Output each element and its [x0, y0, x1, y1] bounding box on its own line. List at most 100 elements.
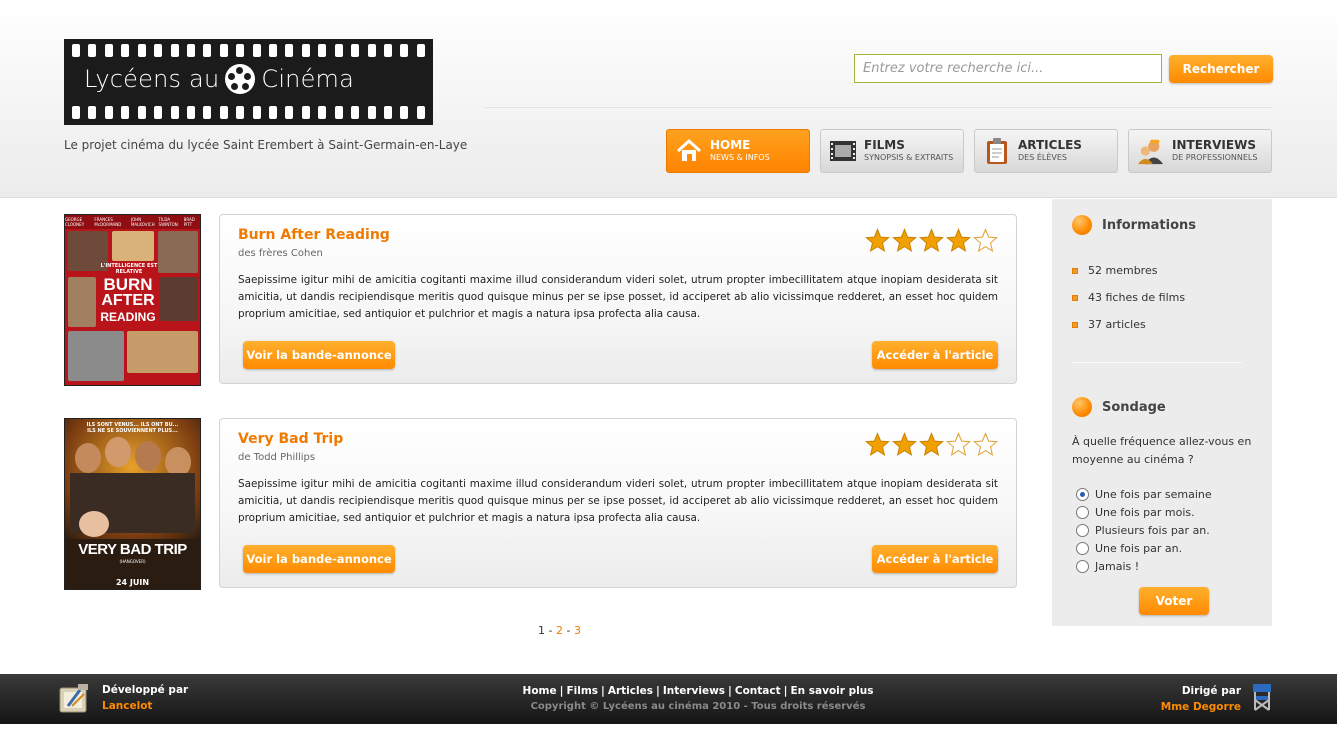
footer-link-about[interactable]: En savoir plus — [790, 685, 873, 697]
star-filled-icon — [919, 228, 944, 252]
site-header: Lycéens au Cinéma Le projet cinéma du ly… — [0, 0, 1337, 198]
footer-director-label: Dirigé par — [1181, 685, 1241, 697]
pagination-page-2[interactable]: 2 — [556, 624, 563, 637]
nav-interviews-subtitle: DE PROFESSIONNELS — [1172, 153, 1258, 162]
footer-link-separator: | — [601, 685, 605, 697]
search-input[interactable] — [854, 54, 1162, 83]
search-button[interactable]: Rechercher — [1169, 55, 1273, 83]
poll-options: Une fois par semaine Une fois par mois. … — [1076, 485, 1212, 575]
poster-title: VERY BAD TRIP — [78, 541, 187, 558]
footer-developer: Développé par Lancelot — [58, 682, 188, 714]
star-filled-icon — [865, 432, 890, 456]
poster-release-date: 24 JUIN — [115, 578, 150, 587]
watch-trailer-button[interactable]: Voir la bande-annonce — [243, 341, 395, 369]
nav-articles-title: ARTICLES — [1018, 138, 1082, 152]
film-director: de Todd Phillips — [238, 452, 316, 463]
info-item-label: 52 membres — [1088, 264, 1158, 277]
poll-option[interactable]: Jamais ! — [1076, 557, 1212, 575]
info-list: 52 membres 43 fiches de films 37 article… — [1072, 257, 1185, 338]
film-synopsis: Saepissime igitur mihi de amicitia cogit… — [238, 274, 998, 320]
radio-button[interactable] — [1076, 505, 1089, 519]
poll-option[interactable]: Une fois par an. — [1076, 539, 1212, 557]
film-poster-very-bad-trip[interactable]: ILS SONT VENUS... ILS ONT BU... ILS NE S… — [64, 418, 201, 590]
poster-cast-names: GEORGE CLOONEY FRANCES McDORMAND JOHN MA… — [65, 215, 200, 229]
footer-link-articles[interactable]: Articles — [608, 685, 653, 697]
footer-link-separator: | — [728, 685, 732, 697]
star-empty-icon — [973, 228, 998, 252]
sidebar: Informations 52 membres 43 fiches de fil… — [1052, 199, 1272, 626]
poll-option-label: Une fois par an. — [1095, 541, 1183, 555]
nav-home-subtitle: NEWS & INFOS — [710, 153, 770, 162]
footer-director-name[interactable]: Mme Degorre — [1161, 699, 1241, 715]
logo-text: Lycéens au Cinéma — [64, 64, 433, 94]
site-tagline: Le projet cinéma du lycée Saint Erembert… — [64, 138, 468, 152]
pagination-separator: - — [566, 624, 571, 637]
nav-films[interactable]: FILMS SYNOPSIS & EXTRAITS — [820, 129, 964, 173]
footer-nav: Home | Films | Articles | Interviews | Contact | E… — [468, 683, 928, 715]
info-heading: Informations — [1072, 215, 1196, 235]
footer-link-separator: | — [559, 685, 564, 697]
read-article-button[interactable]: Accéder à l'article — [872, 545, 998, 573]
footer-copyright: Copyright © Lycéens au cinéma 2010 - Tou… — [530, 701, 866, 712]
poster-photo — [112, 231, 154, 261]
radio-button[interactable] — [1076, 523, 1089, 537]
pagination-separator: - — [548, 624, 553, 637]
nav-interviews[interactable]: INTERVIEWS DE PROFESSIONNELS — [1128, 129, 1272, 173]
poll-option[interactable]: Plusieurs fois par an. — [1076, 521, 1212, 539]
star-filled-icon — [946, 228, 971, 252]
poll-option[interactable]: Une fois par semaine — [1076, 485, 1212, 503]
clipboard-icon — [983, 137, 1011, 165]
footer-link-films[interactable]: Films — [566, 685, 598, 697]
radio-button[interactable] — [1076, 559, 1089, 573]
footer-director: Dirigé par Mme Degorre — [1161, 682, 1273, 716]
poster-cast-name: BRAD PITT — [183, 217, 195, 227]
film-card-burn-after-reading: Burn After Reading des frères Cohen Saep… — [219, 214, 1017, 384]
orange-orb-icon — [1072, 215, 1092, 235]
pagination-current: 1 — [538, 624, 545, 637]
poster-cast-name: FRANCES McDORMAND — [94, 217, 122, 227]
poster-cast-name: GEORGE CLOONEY — [65, 217, 85, 227]
poster-cast-name: TILDA SWINTON — [158, 217, 178, 227]
poster-title-line: BURN — [103, 275, 153, 294]
nav-articles[interactable]: ARTICLES DES ÉLÈVES — [974, 129, 1118, 173]
poll-heading: Sondage — [1072, 397, 1166, 417]
film-synopsis: Saepissime igitur mihi de amicitia cogit… — [238, 478, 998, 524]
read-article-button[interactable]: Accéder à l'article — [872, 341, 998, 369]
footer-link-separator: | — [655, 685, 660, 697]
film-title[interactable]: Burn After Reading — [238, 227, 390, 243]
info-item-label: 37 articles — [1088, 318, 1146, 331]
poster-tagline: L'INTELLIGENCE EST RELATIVE — [100, 263, 158, 275]
pagination-page-3[interactable]: 3 — [574, 624, 581, 637]
design-tools-icon — [58, 682, 92, 714]
poll-option[interactable]: Une fois par mois. — [1076, 503, 1212, 521]
watch-trailer-button[interactable]: Voir la bande-annonce — [243, 545, 395, 573]
radio-button[interactable] — [1076, 487, 1089, 501]
footer-link-home[interactable]: Home — [523, 685, 557, 697]
film-poster-burn-after-reading[interactable]: GEORGE CLOONEY FRANCES McDORMAND JOHN MA… — [64, 214, 201, 386]
star-filled-icon — [865, 228, 890, 252]
film-perforations-bottom — [72, 106, 425, 120]
film-title[interactable]: Very Bad Trip — [238, 431, 343, 447]
poll-option-label: Jamais ! — [1095, 559, 1140, 573]
footer-developer-label: Développé par — [102, 684, 189, 696]
poster-title-line: READING — [100, 310, 156, 324]
house-icon — [675, 137, 703, 165]
info-item: 52 membres — [1072, 257, 1185, 284]
sidebar-divider — [1072, 362, 1242, 363]
vote-button[interactable]: Voter — [1139, 587, 1209, 615]
info-item: 43 fiches de films — [1072, 284, 1185, 311]
site-footer: Développé par Lancelot Home | Films | Articl… — [0, 674, 1337, 724]
nav-home[interactable]: HOME NEWS & INFOS — [666, 129, 810, 173]
radio-button[interactable] — [1076, 541, 1089, 555]
orange-orb-icon — [1072, 397, 1092, 417]
film-card-very-bad-trip: Very Bad Trip de Todd Phillips Saepissim… — [219, 418, 1017, 588]
site-logo[interactable]: Lycéens au Cinéma — [64, 39, 433, 125]
footer-link-contact[interactable]: Contact — [735, 685, 781, 697]
poster-title-line: AFTER — [101, 292, 155, 309]
logo-text-left: Lycéens au — [84, 65, 220, 93]
footer-link-interviews[interactable]: Interviews — [663, 685, 725, 697]
poster-photo — [68, 277, 96, 327]
logo-text-right: Cinéma — [261, 65, 355, 93]
star-empty-icon — [973, 432, 998, 456]
footer-developer-name[interactable]: Lancelot — [102, 698, 188, 714]
